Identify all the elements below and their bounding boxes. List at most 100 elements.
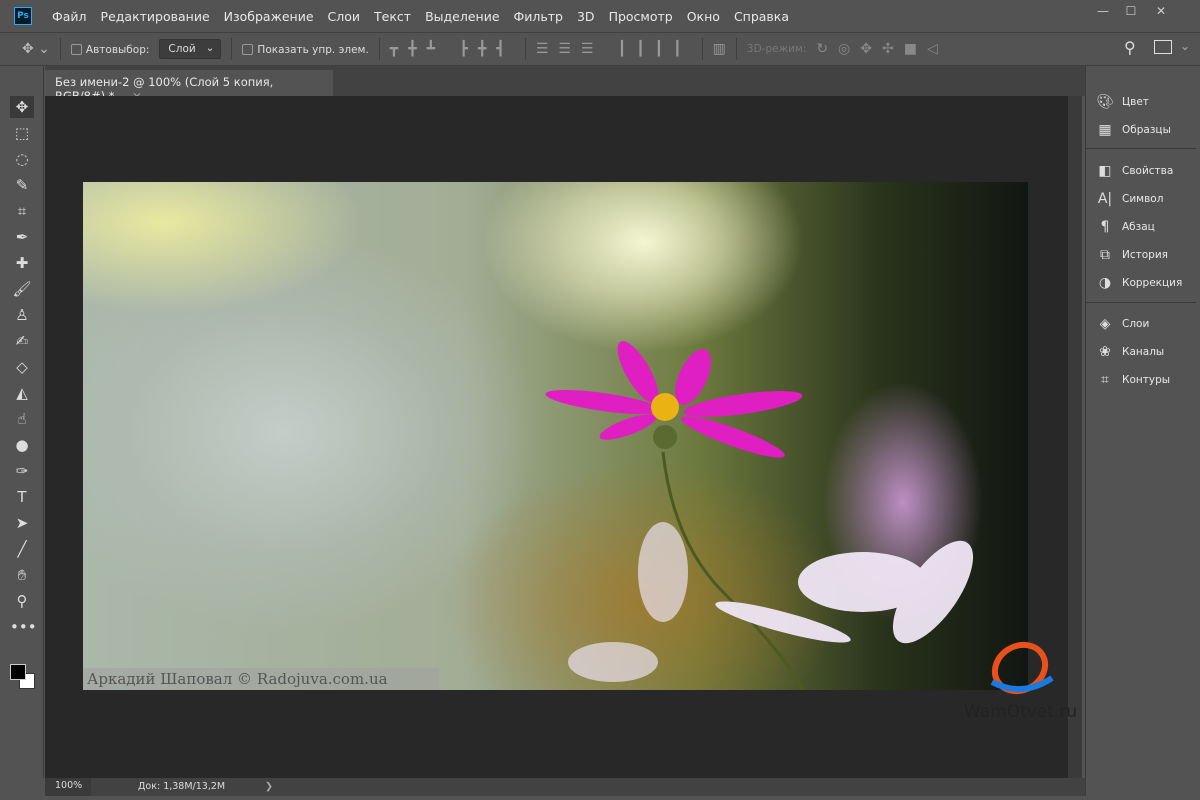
menu-view[interactable]: Просмотр bbox=[609, 9, 673, 24]
panel-label: Каналы bbox=[1122, 346, 1165, 358]
panel-adjustments[interactable]: ◑ Коррекция bbox=[1096, 275, 1182, 291]
autoselect-label: Автовыбор: bbox=[85, 44, 150, 56]
tools-panel: ✥ ⬚ ◌ ✎ ⌗ ✒ ✚ 🖌︎ ♙ ✍ ◇ ◭ ☝ ● ✑ T ➤ ╱ ✋︎ ⚲ ••• bbox=[0, 66, 44, 778]
foreground-color-swatch[interactable] bbox=[10, 664, 26, 680]
divider bbox=[378, 38, 380, 60]
distribute-icons[interactable]: ☰☰☰ ┃┃┃┃ bbox=[536, 41, 692, 57]
panel-label: Слои bbox=[1122, 318, 1150, 330]
marquee-tool-icon[interactable]: ⬚ bbox=[10, 122, 34, 144]
panel-history[interactable]: ⧉ История bbox=[1096, 247, 1168, 263]
panel-swatches[interactable]: ▦ Образцы bbox=[1096, 122, 1171, 138]
close-button[interactable]: ✕ bbox=[1150, 4, 1172, 22]
show-transform-checkbox[interactable]: Показать упр. элем. bbox=[242, 42, 369, 56]
character-icon: A| bbox=[1097, 191, 1113, 207]
menu-help[interactable]: Справка bbox=[734, 9, 789, 24]
align-icons[interactable]: ┳╋┻ ┣╋┫ bbox=[390, 41, 515, 57]
image-watermark: Аркадий Шаповал © Radojuva.com.ua bbox=[83, 668, 439, 690]
path-select-tool-icon[interactable]: ➤ bbox=[10, 512, 34, 534]
flower-illustration bbox=[545, 341, 974, 690]
menu-window[interactable]: Окно bbox=[687, 9, 720, 24]
zoom-tool-icon[interactable]: ⚲ bbox=[10, 590, 34, 612]
menu-layers[interactable]: Слои bbox=[328, 9, 361, 24]
stamp-tool-icon[interactable]: ♙ bbox=[10, 304, 34, 326]
adjustments-icon: ◑ bbox=[1098, 275, 1112, 291]
smudge-tool-icon[interactable]: ☝ bbox=[10, 408, 34, 430]
photoshop-logo: Ps bbox=[14, 7, 32, 25]
site-watermark: WamOtvet.ru bbox=[964, 702, 1078, 722]
panel-character[interactable]: A| Символ bbox=[1096, 191, 1164, 207]
lasso-tool-icon[interactable]: ◌ bbox=[10, 148, 34, 170]
menu-image[interactable]: Изображение bbox=[224, 9, 314, 24]
panel-paragraph[interactable]: ¶ Абзац bbox=[1096, 219, 1155, 235]
options-bar: ✥ ⌄ Автовыбор: Слой ⌄ Показать упр. элем.… bbox=[0, 32, 1200, 66]
panel-channels[interactable]: ❀ Каналы bbox=[1096, 344, 1164, 360]
panel-label: Свойства bbox=[1122, 165, 1174, 177]
menu-edit[interactable]: Редактирование bbox=[101, 9, 210, 24]
status-menu-arrow[interactable]: ❯ bbox=[265, 781, 273, 792]
document-tab[interactable]: Без имени-2 @ 100% (Слой 5 копия, RGB/8#… bbox=[45, 70, 333, 103]
history-icon: ⧉ bbox=[1100, 247, 1110, 263]
divider bbox=[231, 38, 233, 60]
autoselect-value: Слой bbox=[168, 43, 196, 55]
maximize-button[interactable]: ☐ bbox=[1120, 4, 1142, 22]
hand-tool-icon[interactable]: ✋︎ bbox=[10, 564, 34, 586]
menu-3d[interactable]: 3D bbox=[577, 9, 595, 24]
menu-file[interactable]: Файл bbox=[52, 9, 87, 24]
move-tool-icon[interactable]: ✥ ⌄ bbox=[22, 41, 50, 57]
move-tool-icon[interactable]: ✥ bbox=[10, 96, 34, 118]
more-tool-icon[interactable]: ••• bbox=[10, 616, 37, 638]
panel-color[interactable]: 🎨︎ Цвет bbox=[1096, 94, 1149, 110]
wamotvet-logo bbox=[990, 641, 1054, 695]
panel-layers[interactable]: ◈ Слои bbox=[1096, 316, 1150, 332]
pen-tool-icon[interactable]: ✑ bbox=[10, 460, 34, 482]
autoselect-checkbox[interactable]: Автовыбор: bbox=[70, 42, 150, 56]
type-tool-icon[interactable]: T bbox=[10, 486, 34, 508]
dodge-tool-icon[interactable]: ● bbox=[10, 434, 34, 456]
3d-mode-icons[interactable]: ↻◎✥✣■◁ bbox=[816, 41, 947, 57]
document-image[interactable]: Аркадий Шаповал © Radojuva.com.ua bbox=[83, 182, 1028, 690]
panel-label: История bbox=[1122, 249, 1168, 261]
menu-bar: Ps Файл Редактирование Изображение Слои … bbox=[0, 0, 1200, 32]
grid-icon: ▦ bbox=[1098, 122, 1112, 138]
line-tool-icon[interactable]: ╱ bbox=[10, 538, 34, 560]
layers-icon: ◈ bbox=[1099, 316, 1111, 332]
properties-icon: ◧ bbox=[1098, 163, 1112, 179]
divider bbox=[524, 38, 526, 60]
eraser-tool-icon[interactable]: ◇ bbox=[10, 356, 34, 378]
chevron-down-icon[interactable]: ⌄ bbox=[1180, 39, 1190, 53]
auto-align-icon[interactable]: ▥ bbox=[713, 41, 726, 57]
minimize-button[interactable]: — bbox=[1092, 4, 1114, 22]
panel-paths[interactable]: ⌗ Контуры bbox=[1096, 372, 1170, 388]
paths-icon: ⌗ bbox=[1101, 372, 1109, 388]
divider bbox=[1086, 148, 1196, 149]
zoom-level[interactable]: 100% bbox=[45, 778, 91, 796]
crop-tool-icon[interactable]: ⌗ bbox=[10, 200, 34, 222]
vertical-scrollbar[interactable] bbox=[1068, 96, 1082, 778]
brush-tool-icon[interactable]: 🖌︎ bbox=[10, 278, 34, 300]
panel-label: Абзац bbox=[1122, 221, 1155, 233]
eyedropper-tool-icon[interactable]: ✒ bbox=[10, 226, 34, 248]
panel-dock: 🎨︎ Цвет ▦ Образцы ◧ Свойства A| Символ ¶ Абза… bbox=[1085, 66, 1196, 796]
menu-filter[interactable]: Фильтр bbox=[514, 9, 563, 24]
palette-icon: 🎨︎ bbox=[1096, 94, 1114, 110]
panel-label: Образцы bbox=[1122, 124, 1171, 136]
paragraph-icon: ¶ bbox=[1100, 219, 1110, 235]
search-icon[interactable]: ⚲ bbox=[1124, 38, 1136, 57]
healing-tool-icon[interactable]: ✚ bbox=[10, 252, 34, 274]
divider bbox=[1086, 302, 1196, 303]
3d-mode-label: 3D-режим: bbox=[746, 43, 807, 55]
menu-type[interactable]: Текст bbox=[374, 9, 411, 24]
chevron-down-icon: ⌄ bbox=[205, 42, 215, 54]
document-tabs: Без имени-2 @ 100% (Слой 5 копия, RGB/8#… bbox=[45, 66, 1085, 103]
menu-select[interactable]: Выделение bbox=[425, 9, 499, 24]
autoselect-dropdown[interactable]: Слой ⌄ bbox=[159, 39, 222, 59]
quick-select-tool-icon[interactable]: ✎ bbox=[10, 174, 34, 196]
workspace-icon[interactable] bbox=[1154, 40, 1172, 54]
history-brush-tool-icon[interactable]: ✍ bbox=[10, 330, 34, 352]
panel-label: Символ bbox=[1122, 193, 1164, 205]
panel-label: Контуры bbox=[1122, 374, 1171, 386]
panel-properties[interactable]: ◧ Свойства bbox=[1096, 163, 1173, 179]
bucket-tool-icon[interactable]: ◭ bbox=[10, 382, 34, 404]
show-transform-label: Показать упр. элем. bbox=[257, 44, 369, 56]
status-bar: 100% Док: 1,38M/13,2M ❯ bbox=[45, 778, 1085, 796]
